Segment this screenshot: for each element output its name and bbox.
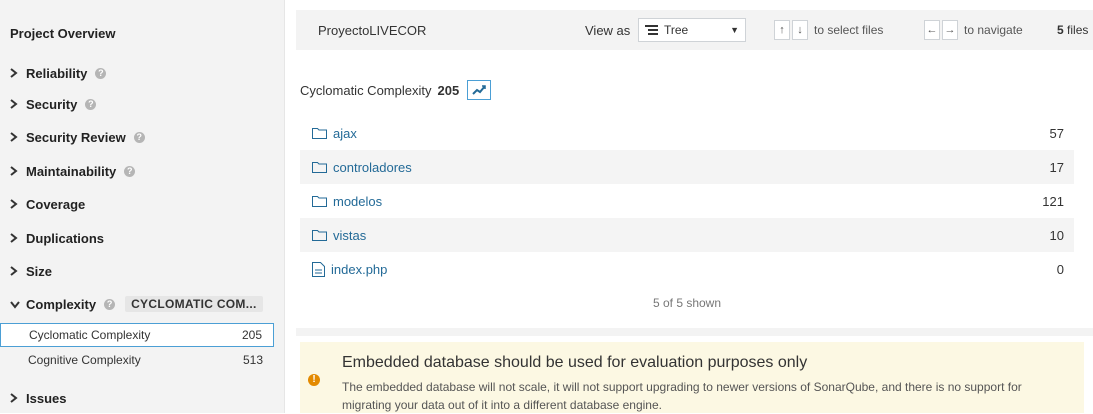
warning-title: Embedded database should be used for eva… [342, 354, 808, 371]
list-item[interactable]: index.php 0 [300, 252, 1074, 286]
warning-icon: ! [308, 374, 320, 386]
caret-down-icon: ▼ [730, 25, 739, 35]
folder-icon [312, 128, 327, 139]
right-key: → [942, 20, 958, 40]
file-value: 121 [1042, 193, 1064, 209]
navigate-hint: to navigate [964, 23, 1023, 37]
chevron-right-icon [10, 163, 26, 179]
domain-label: Security Review [26, 129, 126, 145]
up-key: ↑ [774, 20, 790, 40]
help-icon[interactable]: ? [104, 298, 116, 310]
file-name[interactable]: modelos [333, 194, 382, 209]
list-item[interactable]: controladores 17 [300, 150, 1074, 184]
domain-issues[interactable]: Issues [10, 388, 66, 408]
tree-icon [645, 23, 659, 38]
domain-duplications[interactable]: Duplications [10, 228, 104, 248]
domain-label: Maintainability [26, 163, 117, 179]
metric-value: 513 [242, 353, 263, 367]
measure-label: Cyclomatic Complexity [300, 82, 432, 98]
file-value: 57 [1049, 125, 1064, 141]
top-bar: ProyectoLIVECOR View as Tree ▼ ↑ ↓ to se… [296, 10, 1093, 50]
sidebar-title: Project Overview [10, 26, 116, 41]
chevron-right-icon [10, 65, 26, 81]
metric-value: 205 [241, 328, 262, 342]
select-hint: to select files [814, 23, 884, 37]
list-item[interactable]: modelos 121 [300, 184, 1074, 218]
sidebar: Project Overview Reliability ? Security … [0, 0, 285, 413]
warning-banner: ! Embedded database should be used for e… [300, 342, 1084, 413]
history-button[interactable] [467, 80, 492, 100]
chevron-right-icon [10, 96, 26, 112]
file-name[interactable]: ajax [333, 126, 357, 141]
metric-cognitive-complexity[interactable]: Cognitive Complexity 513 [0, 348, 274, 372]
shown-count: 5 of 5 shown [652, 296, 722, 310]
warning-text: The embedded database will not scale, it… [342, 380, 1022, 412]
view-as-label: View as [585, 23, 631, 38]
domain-security-review[interactable]: Security Review ? [10, 127, 145, 147]
measure-value: 205 [437, 82, 460, 98]
measure-header: Cyclomatic Complexity 205 [300, 80, 492, 100]
domain-reliability[interactable]: Reliability ? [10, 63, 107, 83]
metric-label: Cyclomatic Complexity [29, 328, 151, 342]
down-key: ↓ [792, 20, 808, 40]
domain-label: Reliability [26, 65, 88, 81]
chevron-right-icon [10, 390, 26, 406]
file-icon [312, 261, 325, 277]
folder-icon [312, 162, 327, 173]
files-count-number: 5 [1057, 23, 1064, 37]
file-name[interactable]: vistas [333, 228, 366, 243]
file-value: 17 [1049, 159, 1064, 175]
trend-icon [472, 85, 486, 95]
help-icon[interactable]: ? [124, 165, 136, 177]
help-icon[interactable]: ? [133, 131, 145, 143]
list-item[interactable]: vistas 10 [300, 218, 1074, 252]
domain-label: Size [26, 263, 53, 279]
file-value: 0 [1056, 261, 1064, 277]
file-name[interactable]: index.php [331, 262, 387, 277]
files-count: 5 files [1057, 23, 1088, 37]
domain-coverage[interactable]: Coverage [10, 194, 85, 214]
complexity-badge: CYCLOMATIC COM... [125, 296, 263, 312]
domain-maintainability[interactable]: Maintainability ? [10, 161, 136, 181]
view-select[interactable]: Tree ▼ [638, 18, 746, 42]
file-value: 10 [1049, 227, 1064, 243]
domain-label: Security [26, 96, 78, 112]
view-select-value: Tree [664, 23, 689, 37]
domain-label: Coverage [26, 196, 86, 212]
chevron-right-icon [10, 129, 26, 145]
domain-complexity[interactable]: Complexity ? CYCLOMATIC COM... [10, 294, 263, 314]
help-icon[interactable]: ? [95, 67, 107, 79]
list-item[interactable]: ajax 57 [300, 116, 1074, 150]
chevron-right-icon [10, 196, 26, 212]
domain-label: Issues [26, 390, 67, 406]
chevron-right-icon [10, 230, 26, 246]
domain-label: Duplications [26, 230, 105, 246]
chevron-down-icon [10, 296, 26, 312]
domain-security[interactable]: Security ? [10, 94, 97, 114]
divider [296, 328, 1093, 336]
metric-label: Cognitive Complexity [28, 353, 141, 367]
folder-icon [312, 230, 327, 241]
project-name[interactable]: ProyectoLIVECOR [318, 23, 426, 38]
domain-size[interactable]: Size [10, 261, 52, 281]
help-icon[interactable]: ? [85, 98, 97, 110]
main-panel: ProyectoLIVECOR View as Tree ▼ ↑ ↓ to se… [296, 0, 1093, 413]
domain-label: Complexity [26, 296, 97, 312]
folder-icon [312, 196, 327, 207]
chevron-right-icon [10, 263, 26, 279]
file-name[interactable]: controladores [333, 160, 412, 175]
metric-cyclomatic-complexity[interactable]: Cyclomatic Complexity 205 [0, 323, 274, 347]
files-count-label: files [1067, 23, 1089, 37]
left-key: ← [924, 20, 940, 40]
